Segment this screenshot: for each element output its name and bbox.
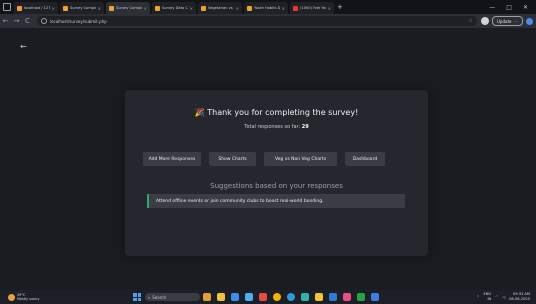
total-responses-count: 29: [301, 124, 309, 130]
weather-desc: Mostly sunny: [17, 297, 40, 301]
party-popper-icon: 🎉: [194, 108, 205, 117]
tab-favicon-icon: [293, 5, 298, 11]
mail-icon[interactable]: [231, 293, 239, 301]
back-arrow-link[interactable]: ←: [20, 42, 27, 51]
more-menu-icon[interactable]: ⋯: [514, 19, 518, 24]
tab-favicon-icon: [201, 5, 206, 11]
store-icon[interactable]: [245, 293, 253, 301]
site-info-icon[interactable]: [41, 18, 47, 24]
close-window-button[interactable]: ✕: [523, 4, 528, 11]
tab-favicon-icon: [247, 5, 252, 11]
tab-bar: localhost / 127.0.0.1 /×Survey Completed…: [0, 0, 536, 14]
chrome-icon[interactable]: [273, 293, 281, 301]
time: 09:33 AM: [512, 292, 530, 296]
tray-overflow-icon[interactable]: ^: [476, 295, 479, 299]
tab-title: (1000) Feel Your Cl: [300, 6, 326, 10]
file-explorer-icon[interactable]: [217, 293, 225, 301]
clock[interactable]: 09:33 AM 06-08-2025: [509, 292, 530, 301]
back-button[interactable]: ←: [0, 17, 11, 25]
edge-icon[interactable]: [287, 293, 295, 301]
bookmark-star-icon[interactable]: ☆: [469, 18, 473, 24]
windows-start-icon[interactable]: [133, 293, 141, 301]
app-blue-icon[interactable]: [371, 293, 379, 301]
tab-close-icon[interactable]: ×: [190, 6, 193, 11]
action-buttons: Add More Responses Show Charts Veg vs No…: [143, 152, 385, 166]
forward-button[interactable]: →: [11, 17, 22, 25]
tab-close-icon[interactable]: ×: [98, 6, 101, 11]
app-teal-icon[interactable]: [301, 293, 309, 301]
tab-title: localhost / 127.0.0.1 /: [24, 6, 50, 10]
tab-close-icon[interactable]: ×: [236, 6, 239, 11]
thanks-title: Thank you for completing the survey!: [207, 108, 359, 117]
url-field[interactable]: localhost/survey/submit.php ☆: [37, 16, 477, 26]
tab-strip: localhost / 127.0.0.1 /×Survey Completed…: [14, 0, 334, 14]
tab-close-icon[interactable]: ×: [52, 6, 55, 11]
suggestion-item: Attend offline events or join community …: [147, 194, 405, 208]
page-title: 🎉 Thank you for completing the survey!: [125, 108, 428, 117]
browser-tab[interactable]: Survey Data Charts×: [152, 2, 196, 14]
taskbar: 29°C Mostly sunny ⌕ Search ^ ENG IN ◠ ◁ …: [0, 290, 536, 304]
search-placeholder: Search: [152, 294, 166, 300]
maximize-button[interactable]: □: [506, 4, 512, 11]
add-more-responses-button[interactable]: Add More Responses: [143, 152, 201, 166]
survey-complete-card: 🎉 Thank you for completing the survey! T…: [125, 90, 428, 256]
veg-vs-nonveg-charts-button[interactable]: Veg vs Non Veg Charts: [264, 152, 337, 166]
app-green-icon[interactable]: [357, 293, 365, 301]
show-charts-button[interactable]: Show Charts: [209, 152, 256, 166]
address-bar: ← → C localhost/survey/submit.php ☆ Upda…: [0, 14, 536, 28]
minimize-button[interactable]: —: [489, 4, 495, 11]
tab-favicon-icon: [63, 5, 68, 11]
update-button[interactable]: Update ⋯: [492, 16, 523, 26]
suggestions-heading: Suggestions based on your responses: [210, 182, 343, 190]
tab-favicon-icon: [17, 5, 22, 11]
browser-tab[interactable]: Survey Completed×: [106, 2, 150, 14]
widgets-icon[interactable]: [203, 293, 211, 301]
folder-icon[interactable]: [315, 293, 323, 301]
tab-close-icon[interactable]: ×: [282, 6, 285, 11]
tab-title: Vegetarian vs Non-Ve: [208, 6, 234, 10]
vscode-icon[interactable]: [329, 293, 337, 301]
tab-title: Survey Completed: [70, 6, 96, 10]
new-tab-button[interactable]: +: [337, 3, 343, 11]
page-content: ← 🎉 Thank you for completing the survey!…: [0, 28, 536, 290]
taskbar-apps: [203, 293, 379, 301]
tab-title: Survey Completed: [116, 6, 142, 10]
date: 06-08-2025: [509, 296, 530, 301]
browser-tab[interactable]: (1000) Feel Your Cl×: [290, 2, 334, 14]
language-top[interactable]: ENG: [483, 292, 491, 297]
app-red-icon[interactable]: [259, 293, 267, 301]
browser-tab[interactable]: localhost / 127.0.0.1 /×: [14, 2, 58, 14]
tab-title: Survey Data Charts: [162, 6, 188, 10]
reload-button[interactable]: C: [22, 17, 33, 25]
tab-favicon-icon: [109, 5, 114, 11]
total-responses-label: Total responses so far:: [244, 124, 302, 130]
taskbar-search[interactable]: ⌕ Search: [145, 293, 200, 301]
weather-widget[interactable]: 29°C Mostly sunny: [0, 293, 39, 301]
window-controls: — □ ✕: [489, 4, 536, 11]
url-text: localhost/survey/submit.php: [50, 18, 107, 24]
volume-icon[interactable]: ◁: [502, 295, 505, 299]
tab-title: Youth Habits Dashbo: [254, 6, 280, 10]
sun-icon: [8, 293, 15, 301]
search-icon: ⌕: [148, 294, 151, 300]
window-menu-icon[interactable]: [0, 0, 14, 14]
language-bottom: IN: [487, 296, 492, 301]
total-responses: Total responses so far: 29: [125, 124, 428, 130]
browser-tab[interactable]: Vegetarian vs Non-Ve×: [198, 2, 242, 14]
profile-avatar[interactable]: [481, 17, 489, 25]
dashboard-button[interactable]: Dashboard: [345, 152, 385, 166]
system-tray: ^ ENG IN ◠ ◁ 09:33 AM 06-08-2025: [476, 292, 530, 301]
tab-close-icon[interactable]: ×: [328, 6, 331, 11]
suggestion-text: Attend offline events or join community …: [156, 198, 324, 204]
tab-favicon-icon: [155, 5, 160, 11]
browser-tab[interactable]: Survey Completed×: [60, 2, 104, 14]
app-pink-icon[interactable]: [343, 293, 351, 301]
tab-close-icon[interactable]: ×: [144, 6, 147, 11]
browser-tab[interactable]: Youth Habits Dashbo×: [244, 2, 288, 14]
extension-icon[interactable]: [525, 17, 533, 25]
wifi-icon[interactable]: ◠: [495, 295, 498, 299]
update-label: Update: [497, 18, 512, 24]
